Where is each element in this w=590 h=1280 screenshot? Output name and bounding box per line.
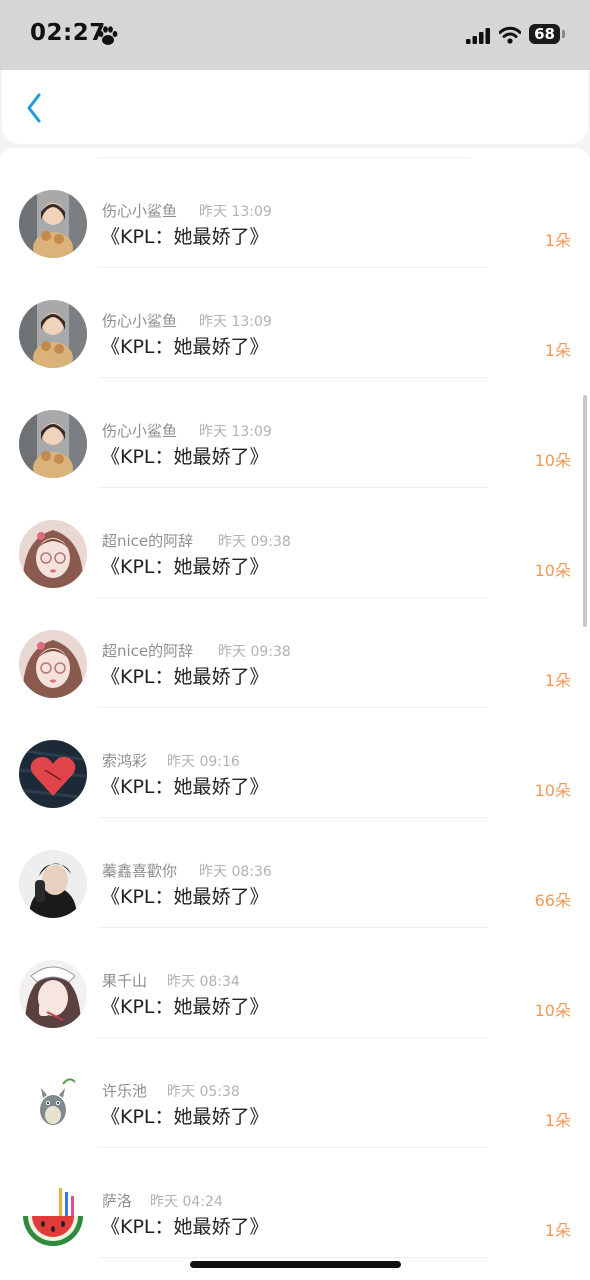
row-divider — [98, 1257, 488, 1258]
list-item[interactable]: 许乐池 昨天 05:38 《KPL：她最娇了》 1朵 — [0, 1038, 590, 1148]
status-bar: 02:27 68 — [0, 0, 590, 70]
user-name: 许乐池 — [102, 1082, 148, 1100]
battery-tip — [562, 30, 565, 38]
flower-count: 10朵 — [534, 781, 571, 800]
avatar[interactable] — [19, 1070, 87, 1138]
gift-title: 《KPL：她最娇了》 — [101, 556, 269, 578]
avatar[interactable] — [19, 960, 87, 1028]
list-item[interactable]: 蓁鑫喜歡你 昨天 08:36 《KPL：她最娇了》 66朵 — [0, 818, 590, 928]
flower-count: 1朵 — [544, 1221, 571, 1240]
user-name: 蓁鑫喜歡你 — [102, 862, 178, 880]
signal-icon — [466, 28, 490, 44]
avatar[interactable] — [19, 630, 87, 698]
gift-title: 《KPL：她最娇了》 — [101, 776, 269, 798]
user-name: 伤心小鲨鱼 — [102, 312, 178, 330]
gift-time: 昨天 13:09 — [199, 204, 272, 220]
gift-time: 昨天 09:38 — [218, 534, 291, 550]
wifi-icon — [499, 26, 521, 44]
header — [2, 70, 588, 144]
battery-icon: 68 — [529, 24, 567, 46]
flower-count: 10朵 — [534, 451, 571, 470]
avatar[interactable] — [19, 740, 87, 808]
flower-count: 10朵 — [534, 1001, 571, 1020]
avatar[interactable] — [19, 190, 87, 258]
user-name: 超nice的阿辞 — [102, 532, 194, 550]
gift-title: 《KPL：她最娇了》 — [101, 886, 269, 908]
avatar[interactable] — [19, 1180, 87, 1248]
gift-title: 《KPL：她最娇了》 — [101, 1216, 269, 1238]
chevron-left-icon — [27, 93, 41, 123]
gift-title: 《KPL：她最娇了》 — [101, 226, 269, 248]
gift-time: 昨天 04:24 — [150, 1194, 223, 1210]
scrollbar[interactable] — [583, 395, 587, 627]
gift-title: 《KPL：她最娇了》 — [101, 996, 269, 1018]
flower-count: 1朵 — [544, 1111, 571, 1130]
list-item[interactable]: 超nice的阿辞 昨天 09:38 《KPL：她最娇了》 10朵 — [0, 488, 590, 598]
flower-count: 1朵 — [544, 341, 571, 360]
list-item[interactable]: 果千山 昨天 08:34 《KPL：她最娇了》 10朵 — [0, 928, 590, 1038]
flower-count: 1朵 — [544, 231, 571, 250]
user-name: 伤心小鲨鱼 — [102, 202, 178, 220]
flower-count: 1朵 — [544, 671, 571, 690]
list-item[interactable]: 伤心小鲨鱼 昨天 13:09 《KPL：她最娇了》 1朵 — [0, 268, 590, 378]
list-item[interactable]: 伤心小鲨鱼 昨天 13:09 《KPL：她最娇了》 10朵 — [0, 378, 590, 488]
gift-title: 《KPL：她最娇了》 — [101, 1106, 269, 1128]
user-name: 伤心小鲨鱼 — [102, 422, 178, 440]
gift-time: 昨天 13:09 — [199, 314, 272, 330]
gift-record-list[interactable]: 伤心小鲨鱼 昨天 13:09 《KPL：她最娇了》 1朵 伤心小鲨鱼 昨天 13… — [0, 148, 590, 1280]
home-indicator[interactable] — [190, 1261, 401, 1268]
avatar[interactable] — [19, 300, 87, 368]
flower-count: 66朵 — [534, 891, 571, 910]
gift-time: 昨天 08:36 — [199, 864, 272, 880]
battery-level: 68 — [534, 25, 555, 43]
paw-icon — [98, 26, 118, 45]
gift-title: 《KPL：她最娇了》 — [101, 666, 269, 688]
list-item[interactable]: 萨洛 昨天 04:24 《KPL：她最娇了》 1朵 — [0, 1148, 590, 1258]
status-time: 02:27 — [30, 20, 106, 46]
avatar[interactable] — [19, 850, 87, 918]
flower-count: 10朵 — [534, 561, 571, 580]
list-item[interactable]: 超nice的阿辞 昨天 09:38 《KPL：她最娇了》 1朵 — [0, 598, 590, 708]
user-name: 超nice的阿辞 — [102, 642, 194, 660]
avatar[interactable] — [19, 520, 87, 588]
list-item[interactable]: 伤心小鲨鱼 昨天 13:09 《KPL：她最娇了》 1朵 — [0, 158, 590, 268]
gift-time: 昨天 05:38 — [167, 1084, 240, 1100]
gift-time: 昨天 09:16 — [167, 754, 240, 770]
gift-time: 昨天 08:34 — [167, 974, 240, 990]
user-name: 萨洛 — [102, 1192, 133, 1210]
back-button[interactable] — [16, 88, 52, 128]
gift-time: 昨天 09:38 — [218, 644, 291, 660]
list-item[interactable]: 索鸿彩 昨天 09:16 《KPL：她最娇了》 10朵 — [0, 708, 590, 818]
gift-time: 昨天 13:09 — [199, 424, 272, 440]
avatar[interactable] — [19, 410, 87, 478]
user-name: 果千山 — [102, 972, 148, 990]
gift-title: 《KPL：她最娇了》 — [101, 446, 269, 468]
user-name: 索鸿彩 — [102, 752, 148, 770]
gift-title: 《KPL：她最娇了》 — [101, 336, 269, 358]
